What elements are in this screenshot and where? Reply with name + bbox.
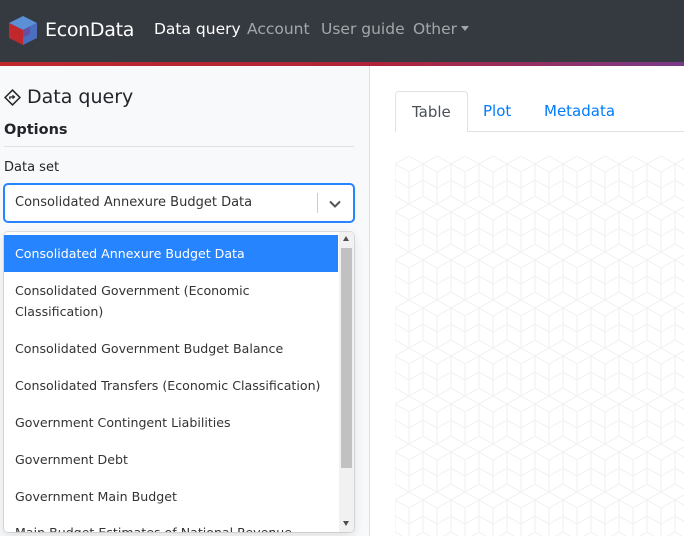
nav-account[interactable]: Account xyxy=(247,20,310,38)
sidebar-title-text: Data query xyxy=(27,86,134,108)
caret-down-icon xyxy=(461,26,470,31)
dataset-select-value: Consolidated Annexure Budget Data xyxy=(15,195,253,210)
scroll-down-arrow-icon[interactable] xyxy=(343,521,349,526)
nav-other-dropdown[interactable]: Other xyxy=(413,20,470,38)
dataset-select[interactable]: Consolidated Annexure Budget Data xyxy=(4,184,354,222)
brand-link[interactable]: EconData xyxy=(6,12,134,48)
sidebar-title: Data query xyxy=(4,86,133,108)
top-navbar: EconData Data query Account User guide O… xyxy=(0,0,684,62)
dropdown-option[interactable]: Consolidated Transfers (Economic Classif… xyxy=(4,375,338,397)
main-panel: Table Plot Metadata xyxy=(371,66,684,536)
cube-background-pattern xyxy=(395,156,684,536)
tab-plot[interactable]: Plot xyxy=(467,91,527,132)
tab-table[interactable]: Table xyxy=(395,91,468,132)
dropdown-option[interactable]: Consolidated Annexure Budget Data xyxy=(4,235,338,272)
scroll-up-arrow-icon[interactable] xyxy=(343,236,349,241)
chevron-down-icon[interactable] xyxy=(327,196,343,212)
divider xyxy=(4,146,354,147)
dropdown-option[interactable]: Government Contingent Liabilities xyxy=(4,412,338,434)
options-heading: Options xyxy=(4,122,68,138)
dropdown-option[interactable]: Government Main Budget xyxy=(4,486,338,508)
tab-metadata[interactable]: Metadata xyxy=(528,91,631,132)
dropdown-scrollbar[interactable] xyxy=(339,232,354,532)
select-separator xyxy=(317,193,318,213)
diamond-arrow-icon xyxy=(4,88,21,106)
dropdown-option[interactable]: Government Debt xyxy=(4,449,338,471)
dropdown-option[interactable]: Main Budget Estimates of National Revenu… xyxy=(4,522,338,532)
nav-data-query[interactable]: Data query xyxy=(154,20,241,38)
nav-user-guide[interactable]: User guide xyxy=(321,20,405,38)
dataset-dropdown-menu: Consolidated Annexure Budget Data Consol… xyxy=(4,232,354,532)
nav-other-label: Other xyxy=(413,20,458,38)
dropdown-option[interactable]: Consolidated Government (Economic Classi… xyxy=(4,280,338,324)
dataset-label: Data set xyxy=(4,160,60,175)
cube-logo-icon xyxy=(9,16,37,45)
dropdown-option[interactable]: Consolidated Government Budget Balance xyxy=(4,338,338,360)
scrollbar-thumb[interactable] xyxy=(341,248,352,468)
brand-name: EconData xyxy=(45,19,135,41)
